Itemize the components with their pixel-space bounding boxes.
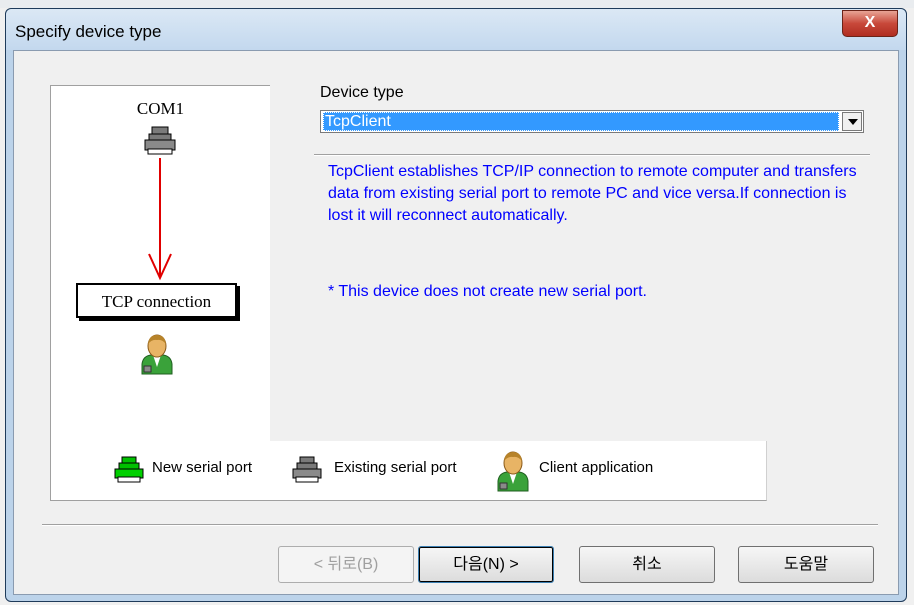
device-type-selected-value[interactable]: TcpClient (323, 112, 839, 131)
existing-serial-port-icon (292, 456, 322, 483)
button-divider (42, 524, 878, 526)
divider (314, 154, 870, 156)
tcp-connection-box: TCP connection (76, 283, 237, 318)
dialog-client-area: COM1 TCP connection New serial port Exis… (13, 50, 899, 595)
device-type-label: Device type (320, 84, 404, 101)
legend-panel: New serial port Existing serial port Cli… (50, 441, 767, 501)
background-window-strip (0, 0, 914, 8)
legend-existing-port-label: Existing serial port (334, 459, 457, 476)
arrow-down-icon (148, 158, 172, 281)
back-button[interactable]: < 뒤로(B) (278, 546, 414, 583)
dialog-title: Specify device type (15, 22, 162, 41)
new-serial-port-icon (114, 456, 144, 483)
device-description: TcpClient establishes TCP/IP connection … (328, 163, 857, 224)
title-bar[interactable]: Specify device type X (6, 9, 906, 50)
close-icon: X (864, 14, 876, 31)
next-button[interactable]: 다음(N) > (418, 546, 554, 583)
port-name-label: COM1 (136, 99, 185, 118)
device-note: * This device does not create new serial… (328, 283, 647, 300)
cancel-button[interactable]: 취소 (579, 546, 715, 583)
client-application-icon (497, 451, 529, 492)
help-button[interactable]: 도움말 (738, 546, 874, 583)
close-button[interactable]: X (842, 10, 898, 37)
client-application-icon (141, 334, 173, 375)
dialog-window: Specify device type X COM1 TCP connectio… (5, 8, 907, 602)
legend-client-app-label: Client application (539, 459, 654, 476)
device-diagram: COM1 TCP connection (50, 85, 270, 442)
legend-new-port-label: New serial port (152, 459, 253, 476)
device-type-dropdown[interactable]: TcpClient (320, 110, 864, 133)
chevron-down-icon[interactable] (842, 112, 862, 131)
existing-serial-port-icon (144, 126, 176, 155)
